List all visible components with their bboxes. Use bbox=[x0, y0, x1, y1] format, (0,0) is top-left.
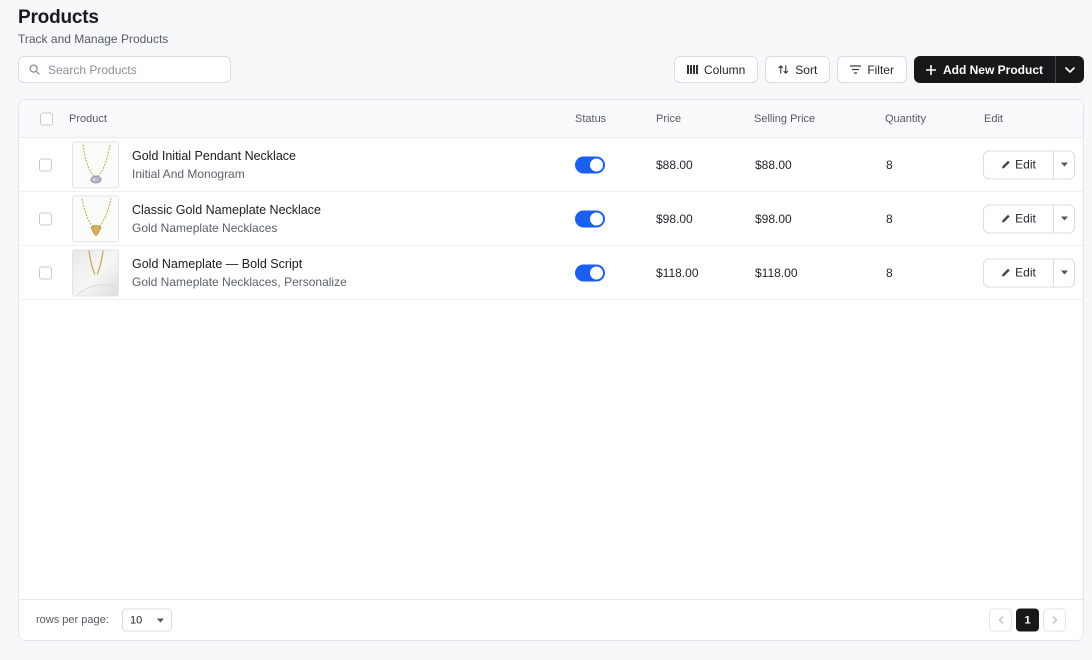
quantity-value: 8 bbox=[886, 265, 893, 280]
plus-icon bbox=[925, 64, 936, 75]
row-checkbox[interactable] bbox=[39, 158, 52, 171]
column-header-price: Price bbox=[656, 112, 682, 125]
product-info: Classic Gold Nameplate Necklace Gold Nam… bbox=[132, 203, 321, 235]
product-name[interactable]: Classic Gold Nameplate Necklace bbox=[132, 203, 321, 217]
status-toggle[interactable] bbox=[575, 210, 605, 227]
table-header: Product Status Price Selling Price Quant… bbox=[19, 100, 1083, 138]
rows-per-page-label: rows per page: bbox=[36, 614, 109, 626]
sort-button[interactable]: Sort bbox=[765, 56, 831, 83]
page-header: Products Track and Manage Products bbox=[18, 7, 168, 46]
column-header-edit: Edit bbox=[984, 112, 1003, 125]
caret-down-icon bbox=[1060, 162, 1068, 167]
price-value: $118.00 bbox=[656, 265, 699, 280]
pencil-icon bbox=[1002, 160, 1010, 169]
product-name[interactable]: Gold Nameplate — Bold Script bbox=[132, 257, 347, 271]
selling-price-value: $98.00 bbox=[755, 211, 792, 226]
edit-button-label: Edit bbox=[1015, 157, 1036, 172]
products-table: Product Status Price Selling Price Quant… bbox=[18, 99, 1084, 641]
add-new-product-button[interactable]: Add New Product bbox=[913, 56, 1055, 83]
chevron-left-icon bbox=[998, 616, 1003, 624]
edit-dropdown-button[interactable] bbox=[1054, 151, 1074, 178]
row-checkbox[interactable] bbox=[39, 266, 52, 279]
column-button-label: Column bbox=[703, 62, 746, 77]
rows-per-page-value: 10 bbox=[130, 614, 143, 626]
sort-arrows-icon bbox=[778, 65, 789, 74]
toolbar: Column Sort Filter Add New Product bbox=[673, 56, 1084, 83]
column-header-product: Product bbox=[69, 112, 107, 125]
previous-page-button[interactable] bbox=[989, 608, 1012, 632]
product-category: Initial And Monogram bbox=[132, 166, 245, 181]
edit-dropdown-button[interactable] bbox=[1054, 205, 1074, 232]
edit-button[interactable]: Edit bbox=[984, 259, 1054, 286]
pagination: 1 bbox=[989, 608, 1066, 632]
add-product-dropdown-button[interactable] bbox=[1055, 56, 1084, 83]
product-thumbnail bbox=[72, 249, 119, 296]
chevron-down-icon bbox=[1065, 66, 1075, 73]
product-info: Gold Nameplate — Bold Script Gold Namepl… bbox=[132, 257, 347, 289]
column-header-selling-price: Selling Price bbox=[754, 112, 816, 125]
edit-button-label: Edit bbox=[1015, 211, 1036, 226]
column-button[interactable]: Column bbox=[673, 56, 759, 83]
page-subtitle: Track and Manage Products bbox=[18, 32, 169, 46]
filter-button[interactable]: Filter bbox=[837, 56, 907, 83]
pencil-icon bbox=[1002, 268, 1010, 277]
edit-button[interactable]: Edit bbox=[984, 151, 1054, 178]
necklace-image bbox=[73, 250, 118, 295]
rows-per-page-select[interactable]: 10 bbox=[122, 608, 172, 632]
quantity-value: 8 bbox=[886, 157, 893, 172]
column-header-quantity: Quantity bbox=[885, 112, 926, 125]
search-icon bbox=[29, 64, 40, 75]
caret-down-icon bbox=[1060, 216, 1068, 221]
column-header-status: Status bbox=[575, 112, 607, 125]
search-box[interactable] bbox=[18, 56, 231, 83]
product-name[interactable]: Gold Initial Pendant Necklace bbox=[132, 149, 296, 163]
product-category: Gold Nameplate Necklaces, Personalize bbox=[132, 274, 347, 289]
product-category: Gold Nameplate Necklaces bbox=[132, 220, 278, 235]
table-row[interactable]: Gold Initial Pendant Necklace Initial An… bbox=[19, 138, 1083, 192]
filter-button-label: Filter bbox=[867, 62, 894, 77]
edit-dropdown-button[interactable] bbox=[1054, 259, 1074, 286]
table-row[interactable]: Gold Nameplate — Bold Script Gold Namepl… bbox=[19, 246, 1083, 300]
caret-down-icon bbox=[157, 618, 164, 622]
table-footer: rows per page: 10 1 bbox=[19, 599, 1083, 640]
add-new-product-label: Add New Product bbox=[942, 62, 1043, 77]
caret-down-icon bbox=[1060, 270, 1068, 275]
selling-price-value: $118.00 bbox=[755, 265, 798, 280]
pencil-icon bbox=[1002, 214, 1010, 223]
edit-button-group: Edit bbox=[983, 150, 1075, 179]
product-thumbnail bbox=[72, 195, 119, 242]
price-value: $98.00 bbox=[656, 211, 693, 226]
status-toggle[interactable] bbox=[575, 264, 605, 281]
page-title: Products bbox=[18, 7, 99, 28]
edit-button-group: Edit bbox=[983, 258, 1075, 287]
columns-icon bbox=[686, 65, 698, 74]
chevron-right-icon bbox=[1052, 616, 1057, 624]
page-button-current[interactable]: 1 bbox=[1016, 608, 1039, 632]
edit-button[interactable]: Edit bbox=[984, 205, 1054, 232]
product-thumbnail bbox=[72, 141, 119, 188]
next-page-button[interactable] bbox=[1043, 608, 1066, 632]
select-all-checkbox[interactable] bbox=[40, 112, 53, 125]
row-checkbox[interactable] bbox=[39, 212, 52, 225]
edit-button-group: Edit bbox=[983, 204, 1075, 233]
price-value: $88.00 bbox=[656, 157, 693, 172]
quantity-value: 8 bbox=[886, 211, 893, 226]
filter-lines-icon bbox=[850, 65, 862, 74]
sort-button-label: Sort bbox=[795, 62, 818, 77]
search-input[interactable] bbox=[48, 62, 218, 77]
product-info: Gold Initial Pendant Necklace Initial An… bbox=[132, 149, 296, 181]
add-product-button-group: Add New Product bbox=[913, 56, 1084, 83]
necklace-image bbox=[73, 196, 118, 241]
status-toggle[interactable] bbox=[575, 156, 605, 173]
necklace-image bbox=[73, 142, 118, 187]
table-row[interactable]: Classic Gold Nameplate Necklace Gold Nam… bbox=[19, 192, 1083, 246]
selling-price-value: $88.00 bbox=[755, 157, 792, 172]
edit-button-label: Edit bbox=[1015, 265, 1036, 280]
